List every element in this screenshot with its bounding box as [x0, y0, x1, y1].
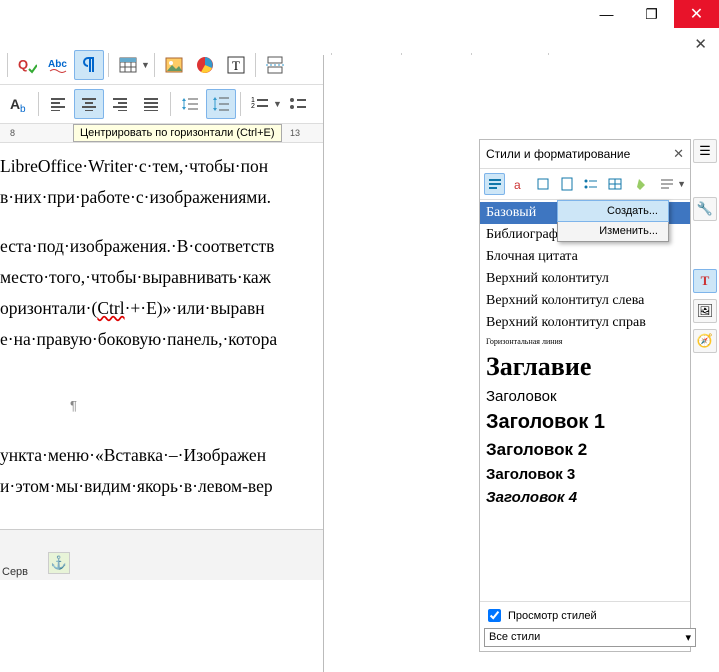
panel-footer: Просмотр стилей Все стили▾ [480, 601, 690, 651]
doc-line: место·того,·чтобы·выравнивать·каж [0, 265, 323, 290]
svg-text:T: T [232, 58, 240, 73]
sidebar-tabs: ☰ 🔧 T 🖼 🧭 [693, 139, 717, 353]
anchor-icon[interactable]: ⚓ [48, 552, 70, 574]
chart-icon[interactable] [190, 50, 220, 80]
ruler-tick: 13 [290, 128, 300, 138]
style-item[interactable]: Заголовок 4 [480, 486, 690, 509]
style-item[interactable]: Заголовок 1 [480, 408, 690, 437]
window-minimize-button[interactable]: — [584, 0, 629, 28]
list-styles-icon[interactable] [581, 173, 602, 195]
service-label: Серв [2, 566, 28, 578]
panel-title: Стили и форматирование [486, 147, 630, 161]
new-style-icon[interactable] [656, 173, 677, 195]
align-left-icon[interactable] [43, 89, 73, 119]
doc-line: еста·под·изображения.·В·соответств [0, 234, 323, 259]
svg-text:A: A [10, 96, 20, 112]
style-item[interactable]: Верхний колонтитул слева [480, 290, 690, 312]
fill-format-icon[interactable] [632, 173, 653, 195]
doc-line: е·на·правую·боковую·панель,·котора [0, 327, 323, 352]
doc-line: оризонтали·(Ctrl·+·E)»·или·выравн [0, 296, 323, 321]
tooltip: Центрировать по горизонтали (Ctrl+E) [73, 124, 282, 142]
pilcrow-icon: ¶ [70, 398, 323, 413]
line-spacing-15-icon[interactable] [206, 89, 236, 119]
table-styles-icon[interactable] [605, 173, 626, 195]
char-styles-icon[interactable]: a [508, 173, 529, 195]
align-center-icon[interactable] [74, 89, 104, 119]
style-item[interactable]: Верхний колонтитул справ [480, 312, 690, 334]
style-item[interactable]: Заголовок [480, 385, 690, 408]
style-item[interactable]: Заголовок 3 [480, 463, 690, 486]
style-item[interactable]: Заглавие [480, 349, 690, 385]
doc-line: ункта·меню·«Вставка·–·Изображен [0, 443, 323, 468]
bullet-list-icon[interactable] [283, 89, 313, 119]
formatting-marks-icon[interactable] [74, 50, 104, 80]
right-zone: Стили и форматирование ✕ a ▼ БазовыйБибл… [337, 55, 719, 672]
panel-toolbar: a ▼ [480, 169, 690, 200]
style-item[interactable]: Верхний колонтитул [480, 268, 690, 290]
style-list[interactable]: БазовыйБиблиографияБлочная цитатаВерхний… [480, 200, 690, 601]
style-item[interactable]: Блочная цитата [480, 246, 690, 268]
textbox-icon[interactable]: T [221, 50, 251, 80]
style-item[interactable]: Заголовок 2 [480, 437, 690, 463]
doc-line: и·этом·мы·видим·якорь·в·левом-вер [0, 474, 323, 499]
dropdown-icon[interactable]: ▼ [273, 99, 282, 109]
window-titlebar: — ❐ ✕ [0, 0, 719, 28]
page-break-icon[interactable] [260, 50, 290, 80]
styles-tab-icon[interactable]: T [693, 269, 717, 293]
svg-text:Q: Q [18, 57, 28, 72]
panel-close-button[interactable]: ✕ [673, 146, 684, 162]
context-menu: Создать... Изменить... [557, 200, 669, 242]
line-spacing-1-icon[interactable] [175, 89, 205, 119]
doc-line: в·них·при·работе·с·изображениями. [0, 185, 323, 210]
page-styles-icon[interactable] [556, 173, 577, 195]
svg-text:2: 2 [251, 103, 255, 110]
ruler-tick: 8 [10, 128, 15, 138]
sidebar-menu-icon[interactable]: ☰ [693, 139, 717, 163]
svg-text:Abc: Abc [48, 59, 67, 70]
svg-text:a: a [514, 178, 521, 191]
dropdown-icon[interactable]: ▼ [141, 60, 150, 70]
navigator-tab-icon[interactable]: 🧭 [693, 329, 717, 353]
table-icon[interactable] [113, 50, 143, 80]
preview-checkbox[interactable]: Просмотр стилей [484, 606, 686, 625]
doc-line: LibreOffice·Writer·с·тем,·чтобы·пон [0, 154, 323, 179]
align-right-icon[interactable] [105, 89, 135, 119]
align-justify-icon[interactable] [136, 89, 166, 119]
char-highlight-icon[interactable]: Ab [4, 89, 34, 119]
dropdown-icon[interactable]: ▼ [677, 179, 686, 189]
svg-text:b: b [20, 104, 26, 113]
window-maximize-button[interactable]: ❐ [629, 0, 674, 28]
filter-combo[interactable]: Все стили▾ [484, 628, 696, 647]
gallery-tab-icon[interactable]: 🖼 [693, 299, 717, 323]
frame-styles-icon[interactable] [532, 173, 553, 195]
para-styles-icon[interactable] [484, 173, 505, 195]
context-edit-item[interactable]: Изменить... [558, 221, 668, 241]
window-close-button[interactable]: ✕ [674, 0, 719, 28]
numbered-list-icon[interactable]: 12 [245, 89, 275, 119]
autospell-icon[interactable]: Abc [43, 50, 73, 80]
image-icon[interactable] [159, 50, 189, 80]
panel-header: Стили и форматирование ✕ [480, 140, 690, 169]
context-create-item[interactable]: Создать... [557, 200, 669, 222]
style-item[interactable]: Горизонтальная линия [480, 334, 690, 349]
document-area[interactable]: LibreOffice·Writer·с·тем,·чтобы·пон в·ни… [0, 148, 323, 624]
properties-tab-icon[interactable]: 🔧 [693, 197, 717, 221]
spellcheck-icon[interactable]: Q [12, 50, 42, 80]
